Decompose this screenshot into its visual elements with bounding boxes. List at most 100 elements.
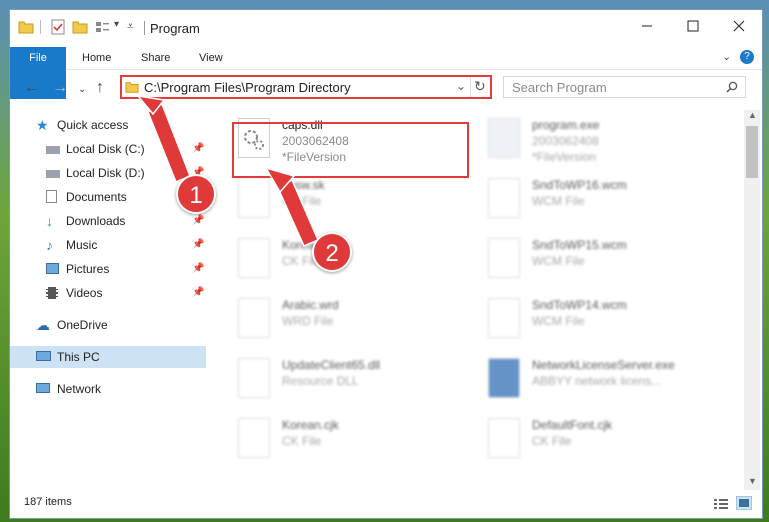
pin-icon[interactable]: 📌 (192, 258, 204, 280)
search-placeholder: Search Program (512, 80, 607, 95)
close-button[interactable] (716, 10, 762, 42)
scroll-up-icon[interactable]: ▲ (748, 110, 757, 120)
qa-dropdown-icon[interactable]: ▾ (114, 19, 119, 30)
exe-file-icon (488, 118, 520, 158)
pin-icon[interactable]: 📌 (192, 234, 204, 256)
forward-arrow-icon[interactable]: → (52, 79, 68, 97)
cloud-icon: ☁ (36, 317, 50, 333)
sidebar-item-label: Downloads (66, 214, 126, 228)
pin-icon[interactable]: 📌 (192, 282, 204, 304)
title-separator (144, 21, 145, 35)
file-type: WCM File (532, 194, 585, 208)
file-item[interactable]: SndToWP16.wcm WCM File (474, 174, 714, 226)
sidebar-item-label: Pictures (66, 262, 110, 276)
sidebar-item-network[interactable]: Network (10, 378, 206, 400)
file-item[interactable]: SndToWP14.wcm WCM File (474, 294, 714, 346)
sidebar-item-label: This PC (57, 350, 100, 364)
minimize-icon (642, 25, 652, 27)
tab-share[interactable]: Share (141, 47, 170, 69)
sidebar-item-videos[interactable]: Videos 📌 (10, 282, 206, 304)
expand-ribbon-icon[interactable]: ⌄ (722, 50, 731, 63)
computer-icon (36, 351, 51, 361)
file-item[interactable]: Korean.cjk CK File (224, 414, 464, 466)
customize-icon[interactable] (94, 19, 110, 35)
file-type: WCM File (532, 314, 585, 328)
navigation-pane: ★ Quick access Local Disk (C:) 📌 Local D… (10, 110, 206, 490)
search-input[interactable]: Search Program (503, 76, 746, 98)
music-icon: ♪ (46, 237, 53, 253)
properties-icon[interactable] (50, 19, 66, 35)
file-icon (488, 298, 520, 338)
sidebar-item-pictures[interactable]: Pictures 📌 (10, 258, 206, 280)
address-path: C:\Program Files\Program Directory (144, 80, 351, 95)
file-name: dbsw.sk (282, 178, 325, 192)
sidebar-item-onedrive[interactable]: ☁ OneDrive (10, 314, 206, 336)
file-item[interactable]: dbsw.sk CK File (224, 174, 464, 226)
tab-home[interactable]: Home (82, 47, 111, 69)
maximize-button[interactable] (670, 10, 716, 42)
videos-icon (46, 287, 58, 299)
file-icon (488, 238, 520, 278)
scrollbar-thumb[interactable] (746, 126, 758, 178)
file-name: Arabic.wrd (282, 298, 339, 312)
pictures-icon (46, 263, 59, 274)
qa-overflow-icon[interactable]: ⩡ (127, 19, 134, 34)
address-bar[interactable]: C:\Program Files\Program Directory ⌄ ↻ (120, 75, 492, 99)
item-count: 187 items (24, 496, 72, 508)
sidebar-item-label: Music (66, 238, 98, 252)
file-item[interactable]: NetworkLicenseServer.exe ABBYY network l… (474, 354, 714, 406)
file-name: SndToWP16.wcm (532, 178, 627, 192)
up-arrow-icon[interactable]: ↑ (96, 79, 104, 97)
file-item[interactable]: program.exe 2003062408 *FileVersion (474, 114, 714, 166)
sidebar-item-local-disk-c[interactable]: Local Disk (C:) 📌 (10, 138, 206, 160)
search-icon (726, 81, 738, 93)
sidebar-item-local-disk-d[interactable]: Local Disk (D:) 📌 (10, 162, 206, 184)
sidebar-item-label: OneDrive (57, 318, 108, 332)
sidebar-item-downloads[interactable]: ↓ Downloads 📌 (10, 210, 206, 232)
file-type: CK File (532, 434, 572, 448)
file-item[interactable]: DefaultFont.cjk CK File (474, 414, 714, 466)
file-name: DefaultFont.cjk (532, 418, 613, 432)
details-view-icon[interactable] (714, 498, 728, 510)
pin-icon[interactable]: 📌 (192, 138, 204, 160)
sidebar-item-label: Local Disk (C:) (66, 142, 145, 156)
documents-icon (46, 190, 57, 203)
file-icon (238, 298, 270, 338)
back-arrow-icon[interactable]: ← (24, 79, 40, 97)
address-dropdown-icon[interactable]: ⌄ (456, 79, 466, 93)
recent-locations-icon[interactable]: ⌄ (78, 81, 86, 99)
explorer-window: ▾ ⩡ Program File Home Share View ⌄ ? ← →… (10, 10, 762, 518)
sidebar-item-label: Network (57, 382, 102, 396)
sidebar-item-label: Documents (66, 190, 127, 204)
file-icon (488, 418, 520, 458)
sidebar-item-label: Local Disk (D:) (66, 166, 145, 180)
callout-badge-2: 2 (312, 232, 352, 272)
large-icons-view-icon[interactable] (736, 496, 752, 510)
sidebar-item-music[interactable]: ♪ Music 📌 (10, 234, 206, 256)
download-icon: ↓ (46, 213, 53, 229)
sidebar-item-this-pc[interactable]: This PC (10, 346, 206, 368)
file-name: SndToWP15.wcm (532, 238, 627, 252)
vertical-scrollbar[interactable]: ▲ ▼ (744, 110, 760, 490)
new-folder-icon[interactable] (72, 19, 88, 35)
minimize-button[interactable] (624, 10, 670, 42)
file-name: UpdateClient65.dll (282, 358, 381, 372)
file-item[interactable]: SndToWP15.wcm WCM File (474, 234, 714, 286)
help-icon[interactable]: ? (740, 50, 754, 64)
dll-file-icon (238, 358, 270, 398)
file-name: program.exe (532, 118, 600, 132)
sidebar-item-label: Quick access (57, 118, 129, 132)
title-bar: ▾ ⩡ Program (10, 10, 762, 44)
refresh-icon[interactable]: ↻ (474, 78, 486, 95)
file-icon (488, 178, 520, 218)
exe-file-icon (488, 358, 520, 398)
sidebar-item-quick-access[interactable]: ★ Quick access (10, 114, 206, 136)
scroll-down-icon[interactable]: ▼ (748, 476, 757, 486)
close-icon (733, 20, 745, 32)
drive-icon (46, 146, 60, 154)
file-highlight-box (232, 122, 469, 178)
file-item[interactable]: UpdateClient65.dll Resource DLL (224, 354, 464, 406)
file-item[interactable]: Arabic.wrd WRD File (224, 294, 464, 346)
tab-view[interactable]: View (199, 47, 223, 69)
window-title: Program (150, 21, 200, 36)
